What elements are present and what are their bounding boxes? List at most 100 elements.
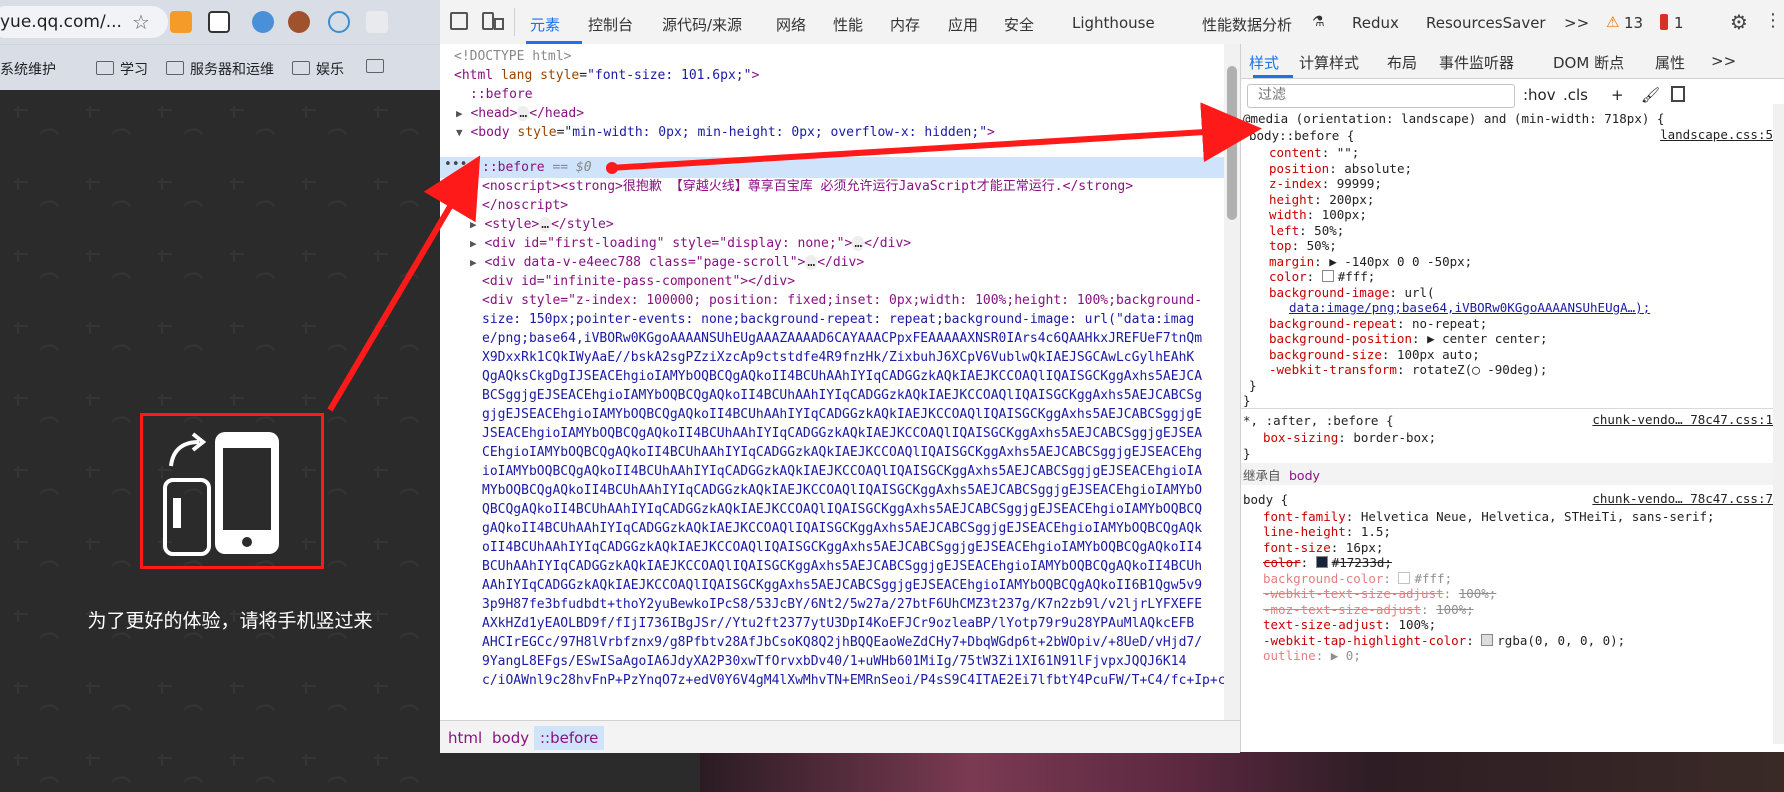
tab-elements[interactable]: 元素 bbox=[530, 14, 560, 35]
css-declaration[interactable]: margin: ▶ -140px 0 0 -50px; bbox=[1269, 253, 1472, 270]
more-tabs-button[interactable]: >> bbox=[1711, 52, 1736, 70]
bookmark-folder[interactable]: 娱乐 bbox=[292, 59, 344, 79]
filter-input[interactable] bbox=[1256, 86, 1510, 104]
style-node[interactable]: ▶ <style>… </style> bbox=[470, 214, 614, 235]
div-watermark-node[interactable]: <div style="z-index: 100000; position: f… bbox=[482, 290, 1202, 311]
css-declaration[interactable]: text-size-adjust: 100%; bbox=[1263, 616, 1436, 633]
tab-application[interactable]: 应用 bbox=[948, 14, 978, 35]
breadcrumb-before[interactable]: ::before bbox=[534, 726, 605, 750]
css-declaration[interactable]: background-position: ▶ center center; bbox=[1269, 330, 1547, 347]
div-first-loading-node[interactable]: ▶ <div id="first-loading" style="display… bbox=[470, 233, 911, 254]
settings-gear-icon[interactable]: ⚙ bbox=[1730, 10, 1748, 34]
breadcrumb-body[interactable]: body bbox=[492, 729, 529, 747]
error-count[interactable]: 1 bbox=[1674, 14, 1684, 32]
tab-lighthouse[interactable]: Lighthouse bbox=[1072, 14, 1155, 32]
hover-state-button[interactable]: :hov bbox=[1523, 86, 1556, 104]
device-toolbar-icon[interactable] bbox=[482, 12, 494, 30]
css-declaration[interactable]: content: ""; bbox=[1269, 144, 1359, 161]
expand-triangle-icon[interactable]: ▶ bbox=[470, 218, 477, 231]
ellipsis-icon[interactable]: … bbox=[805, 255, 818, 270]
css-declaration[interactable]: -webkit-tap-highlight-color: rgba(0, 0, … bbox=[1263, 632, 1625, 649]
bookmark-folder[interactable]: 系统维护 bbox=[0, 59, 56, 79]
cookie-icon[interactable] bbox=[288, 11, 310, 33]
css-declaration[interactable]: color: #17233d; bbox=[1263, 554, 1392, 571]
extension-badge-icon[interactable] bbox=[252, 11, 274, 33]
css-declaration[interactable]: background-size: 100px auto; bbox=[1269, 346, 1480, 363]
rule-source-link[interactable]: chunk-vendo… 78c47.css:7 bbox=[1592, 491, 1773, 506]
tab-performance-insights[interactable]: 性能数据分析 bbox=[1202, 14, 1292, 35]
tab-console[interactable]: 控制台 bbox=[588, 14, 633, 35]
collapse-triangle-icon[interactable]: ▼ bbox=[456, 126, 463, 139]
css-declaration[interactable]: data:image/png;base64,iVBORw0KGgoAAAANSU… bbox=[1289, 299, 1650, 316]
ellipsis-icon[interactable]: … bbox=[539, 217, 552, 232]
css-declaration[interactable]: background-color: #fff; bbox=[1263, 570, 1452, 587]
expand-triangle-icon[interactable]: ▶ bbox=[456, 107, 463, 120]
bookmark-folder[interactable]: 服务器和运维 bbox=[166, 59, 274, 79]
tab-resources-saver[interactable]: ResourcesSaver bbox=[1426, 14, 1546, 32]
css-declaration[interactable]: -webkit-transform: rotateZ(◯ -90deg); bbox=[1269, 361, 1547, 378]
expand-triangle-icon[interactable]: ▶ bbox=[470, 237, 477, 250]
color-swatch[interactable] bbox=[1398, 571, 1411, 584]
bookmark-folder[interactable] bbox=[366, 59, 390, 76]
css-declaration[interactable]: font-size: 16px; bbox=[1263, 539, 1383, 556]
color-swatch[interactable] bbox=[1481, 633, 1494, 646]
elements-scrollbar-thumb[interactable] bbox=[1227, 66, 1237, 220]
css-declaration[interactable]: -webkit-text-size-adjust: 100%; bbox=[1263, 585, 1496, 602]
color-swatch[interactable] bbox=[1315, 556, 1328, 568]
react-icon[interactable] bbox=[328, 11, 350, 33]
tab-network[interactable]: 网络 bbox=[776, 14, 806, 35]
warning-count[interactable]: 13 bbox=[1624, 14, 1643, 32]
div-page-scroll-node[interactable]: ▶ <div data-v-e4eec788 class="page-scrol… bbox=[470, 252, 864, 273]
new-rule-icon[interactable]: + bbox=[1611, 86, 1624, 104]
css-declaration[interactable]: z-index: 99999; bbox=[1269, 175, 1382, 192]
before-pseudo-node[interactable]: ::before bbox=[470, 84, 533, 105]
css-declaration[interactable]: -moz-text-size-adjust: 100%; bbox=[1263, 601, 1474, 618]
row-actions-icon[interactable]: ••• bbox=[444, 157, 467, 172]
qr-code-icon[interactable] bbox=[208, 11, 230, 33]
breadcrumb-html[interactable]: html bbox=[448, 729, 482, 747]
tab-dom-breakpoints[interactable]: DOM 断点 bbox=[1553, 52, 1624, 73]
body-node[interactable]: ▼ <body style="min-width: 0px; min-heigh… bbox=[456, 122, 995, 143]
inherited-from-link[interactable]: body bbox=[1289, 467, 1320, 484]
css-declaration[interactable]: line-height: 1.5; bbox=[1263, 523, 1391, 540]
class-toggle-button[interactable]: .cls bbox=[1563, 86, 1588, 104]
css-declaration[interactable]: left: 50%; bbox=[1269, 222, 1344, 239]
css-declaration[interactable]: background-image: url( bbox=[1269, 284, 1435, 301]
inspect-element-icon[interactable] bbox=[450, 12, 468, 30]
tab-performance[interactable]: 性能 bbox=[833, 14, 863, 35]
toggle-sidebar-icon[interactable] bbox=[1671, 86, 1685, 102]
css-declaration[interactable]: top: 50%; bbox=[1269, 237, 1337, 254]
noscript-node[interactable]: <noscript><strong>很抱歉 【穿越火线】尊享百宝库 必须允许运行… bbox=[482, 176, 1133, 197]
styles-scrollbar[interactable] bbox=[1773, 104, 1784, 744]
address-bar-url[interactable]: yue.qq.com/... bbox=[0, 12, 122, 32]
css-declaration[interactable]: height: 200px; bbox=[1269, 191, 1374, 208]
bookmark-star-icon[interactable]: ☆ bbox=[132, 10, 150, 34]
selected-before-node[interactable]: ::before == $0 bbox=[482, 157, 592, 178]
tab-event-listeners[interactable]: 事件监听器 bbox=[1439, 52, 1514, 73]
doctype-node[interactable]: <!DOCTYPE html> bbox=[454, 46, 571, 67]
css-declaration[interactable]: font-family: Helvetica Neue, Helvetica, … bbox=[1263, 508, 1715, 525]
tab-memory[interactable]: 内存 bbox=[890, 14, 920, 35]
div-infinite-pass-node[interactable]: <div id="infinite-pass-component"></div> bbox=[482, 271, 795, 292]
more-options-icon[interactable]: ⋮ bbox=[1764, 10, 1782, 31]
bookmark-folder[interactable]: 学习 bbox=[96, 59, 148, 79]
head-node[interactable]: ▶ <head>… </head> bbox=[456, 103, 584, 124]
tab-properties[interactable]: 属性 bbox=[1655, 52, 1685, 73]
tab-sources[interactable]: 源代码/来源 bbox=[662, 14, 742, 35]
tab-computed[interactable]: 计算样式 bbox=[1299, 52, 1359, 73]
color-swatch[interactable] bbox=[1321, 270, 1334, 282]
html-node[interactable]: <html lang style="font-size: 101.6px;"> bbox=[454, 65, 759, 86]
ellipsis-icon[interactable]: … bbox=[852, 236, 865, 251]
extension-icon[interactable] bbox=[366, 11, 388, 33]
css-declaration[interactable]: box-sizing: border-box; bbox=[1263, 429, 1436, 446]
elements-tree[interactable]: ••• <!DOCTYPE html> <html lang style="fo… bbox=[440, 44, 1224, 720]
css-declaration[interactable]: position: absolute; bbox=[1269, 160, 1412, 177]
tab-security[interactable]: 安全 bbox=[1004, 14, 1034, 35]
tab-layout[interactable]: 布局 bbox=[1387, 52, 1417, 73]
css-declaration[interactable]: background-repeat: no-repeat; bbox=[1269, 315, 1487, 332]
noscript-close[interactable]: </noscript> bbox=[482, 195, 568, 216]
extension-icon[interactable] bbox=[170, 11, 192, 33]
ellipsis-icon[interactable]: … bbox=[517, 106, 530, 121]
tab-styles[interactable]: 样式 bbox=[1249, 52, 1279, 73]
filter-field[interactable] bbox=[1247, 84, 1515, 108]
